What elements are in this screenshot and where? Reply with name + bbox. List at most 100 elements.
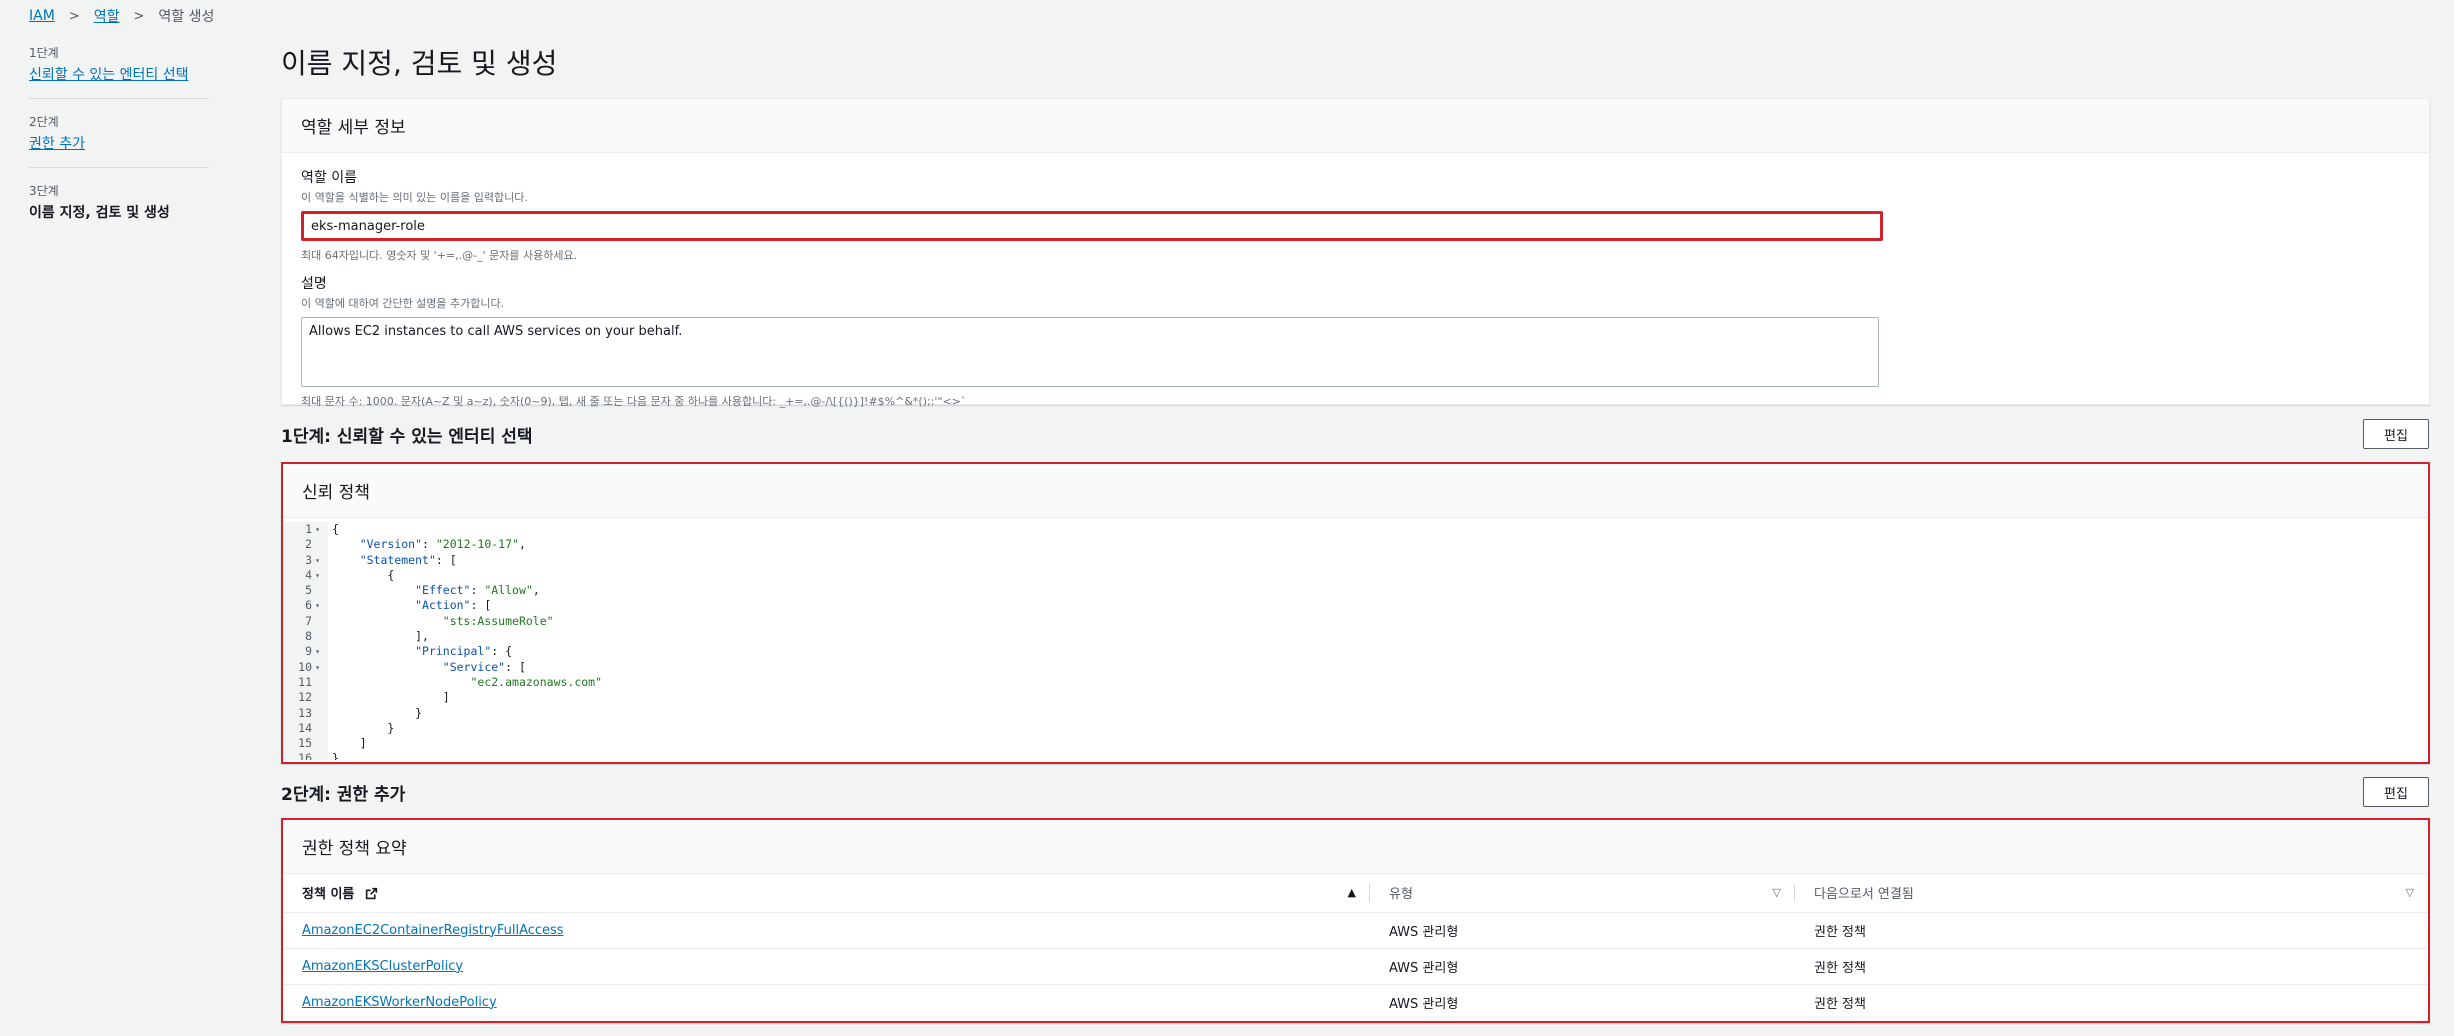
code-text: "Effect": "Allow",: [415, 583, 540, 598]
code-text: "sts:AssumeRole": [442, 613, 554, 628]
line-number: 15: [298, 736, 312, 751]
panel-header: 권한 정책 요약: [283, 820, 2428, 874]
fold-arrow-icon[interactable]: ▾: [315, 553, 320, 568]
line-number: 10 ▾: [298, 659, 320, 675]
page-title: 이름 지정, 검토 및 생성: [281, 47, 558, 80]
table-row: AmazonEC2ContainerRegistryFullAccess AWS…: [283, 912, 2428, 949]
sort-descending-icon[interactable]: ▽: [1773, 886, 1781, 899]
code-line: 16}: [283, 751, 2428, 760]
column-label: 정책 이름: [302, 887, 355, 903]
fold-arrow-icon[interactable]: ▾: [315, 660, 320, 675]
step2-section-title: 2단계: 권한 추가: [281, 785, 406, 805]
code-text: {: [332, 567, 395, 582]
trust-policy-panel: 신뢰 정책 1 ▾{2 "Version": "2012-10-17", 3 ▾ "S…: [281, 462, 2430, 764]
code-text: }: [332, 720, 395, 735]
code-line: 8 ],: [283, 629, 2428, 644]
step-number: 1단계: [29, 46, 59, 60]
column-label: 유형: [1389, 887, 1413, 903]
code-line: 5 "Effect": "Allow",: [283, 583, 2428, 598]
description-help: 이 역할에 대하여 간단한 설명을 추가합니다.: [301, 297, 505, 310]
line-number: 16: [298, 751, 312, 760]
line-number: 11: [298, 674, 312, 689]
step-link-trusted-entity[interactable]: 신뢰할 수 있는 엔터티 선택: [29, 64, 209, 84]
wizard-step-2: 2단계 권한 추가: [29, 113, 209, 168]
line-number: 1 ▾: [305, 522, 320, 537]
col-header-attached-as[interactable]: 다음으로서 연결됨 ▽: [1795, 874, 2428, 913]
edit-step2-button[interactable]: 편집: [2363, 777, 2429, 807]
breadcrumb-iam[interactable]: IAM: [29, 8, 55, 24]
line-number: 14: [298, 720, 312, 735]
fold-arrow-icon[interactable]: ▾: [315, 522, 320, 537]
fold-arrow-icon[interactable]: ▾: [315, 598, 320, 613]
code-text: ]: [332, 736, 367, 751]
edit-step1-button[interactable]: 편집: [2363, 419, 2429, 449]
fold-arrow-icon[interactable]: ▾: [315, 568, 320, 583]
policy-type-cell: AWS 관리형: [1370, 912, 1795, 949]
description-hint: 최대 문자 수: 1000. 문자(A~Z 및 a~z), 숫자(0~9), 탭…: [301, 395, 967, 408]
code-text: "Service": [: [442, 659, 526, 674]
wizard-step-1: 1단계 신뢰할 수 있는 엔터티 선택: [29, 44, 209, 99]
column-label: 다음으로서 연결됨: [1814, 887, 1914, 903]
col-header-policy-name[interactable]: 정책 이름 ▲: [283, 874, 1370, 913]
chevron-right-icon: >: [68, 8, 80, 24]
code-text: ]: [332, 690, 450, 705]
wizard-step-3: 3단계 이름 지정, 검토 및 생성: [29, 182, 209, 236]
code-line: 3 ▾ "Statement": [: [283, 553, 2428, 568]
permissions-table: 정책 이름 ▲ 유형 ▽ 다음으로서 연결됨 ▽ AmazonEC2Contai…: [283, 874, 2428, 1020]
fold-arrow-icon[interactable]: ▾: [315, 644, 320, 659]
sort-descending-icon[interactable]: ▽: [2406, 886, 2414, 899]
policy-type-cell: AWS 관리형: [1389, 996, 1459, 1012]
policy-link[interactable]: AmazonEKSWorkerNodePolicy: [302, 995, 497, 1010]
panel-header: 역할 세부 정보: [282, 99, 2429, 153]
role-name-label: 역할 이름: [301, 170, 357, 186]
role-name-input[interactable]: [301, 211, 1883, 241]
code-line: 9 ▾ "Principal": {: [283, 644, 2428, 659]
description-textarea[interactable]: Allows EC2 instances to call AWS service…: [301, 317, 1879, 387]
line-number: 2: [305, 537, 312, 552]
policy-link[interactable]: AmazonEC2ContainerRegistryFullAccess: [302, 923, 564, 938]
code-text: }: [332, 751, 339, 760]
role-name-hint: 최대 64자입니다. 영숫자 및 '+=,.@-_' 문자를 사용하세요.: [301, 249, 578, 262]
code-text: "ec2.amazonaws.com": [470, 674, 603, 689]
line-number: 7: [305, 613, 312, 628]
policy-link[interactable]: AmazonEKSClusterPolicy: [302, 959, 463, 974]
code-line: 2 "Version": "2012-10-17",: [283, 537, 2428, 552]
panel-header: 신뢰 정책: [283, 464, 2428, 518]
line-number: 12: [298, 690, 312, 705]
sort-ascending-icon[interactable]: ▲: [1348, 886, 1356, 899]
attached-as-cell: 권한 정책: [1795, 912, 2428, 949]
line-number: 9 ▾: [305, 644, 320, 659]
trust-policy-editor[interactable]: 1 ▾ {2 "Version": "2012-10-17", 3 ▾ "Stateme…: [283, 518, 2428, 760]
breadcrumb-roles[interactable]: 역할: [94, 6, 120, 26]
code-text: "Version": "2012-10-17",: [359, 537, 526, 552]
code-line: 4 ▾ {: [283, 568, 2428, 583]
col-header-type[interactable]: 유형 ▽: [1370, 874, 1795, 913]
code-line: 13 }: [283, 706, 2428, 721]
code-text: }: [332, 705, 423, 720]
policy-name-cell: AmazonEKSWorkerNodePolicy: [283, 984, 1370, 1020]
breadcrumb: IAM > 역할 > 역할 생성: [29, 6, 214, 26]
code-text: ],: [332, 629, 429, 644]
code-line: 15 ]: [283, 736, 2428, 751]
code-line: 10 ▾ "Service": [: [283, 660, 2428, 675]
step1-section-title: 1단계: 신뢰할 수 있는 엔터티 선택: [281, 427, 533, 447]
step-number: 3단계: [29, 184, 59, 198]
permissions-summary-panel: 권한 정책 요약 정책 이름 ▲ 유형 ▽ 다음으로서 연결됨 ▽ Amazon…: [281, 818, 2430, 1023]
line-number: 3 ▾: [305, 552, 320, 568]
policy-type-cell: AWS 관리형: [1370, 948, 1795, 985]
breadcrumb-current: 역할 생성: [158, 9, 215, 25]
code-lines: 1 ▾ {2 "Version": "2012-10-17", 3 ▾ "Stateme…: [283, 522, 2428, 760]
description-label: 설명: [301, 276, 327, 292]
table-row: AmazonEKSClusterPolicy AWS 관리형 권한 정책: [283, 948, 2428, 985]
line-number: 8: [305, 629, 312, 644]
code-line: 12 ]: [283, 690, 2428, 705]
line-number: 13: [298, 705, 312, 720]
code-line: 7 "sts:AssumeRole": [283, 614, 2428, 629]
line-number: 4 ▾: [305, 567, 320, 583]
chevron-right-icon: >: [133, 8, 145, 24]
code-line: 14 }: [283, 721, 2428, 736]
attached-as-cell: 권한 정책: [1814, 996, 1866, 1012]
step-current-review: 이름 지정, 검토 및 생성: [29, 205, 170, 221]
code-line: 6 ▾ "Action": [: [283, 598, 2428, 613]
step-link-add-permissions[interactable]: 권한 추가: [29, 133, 209, 153]
